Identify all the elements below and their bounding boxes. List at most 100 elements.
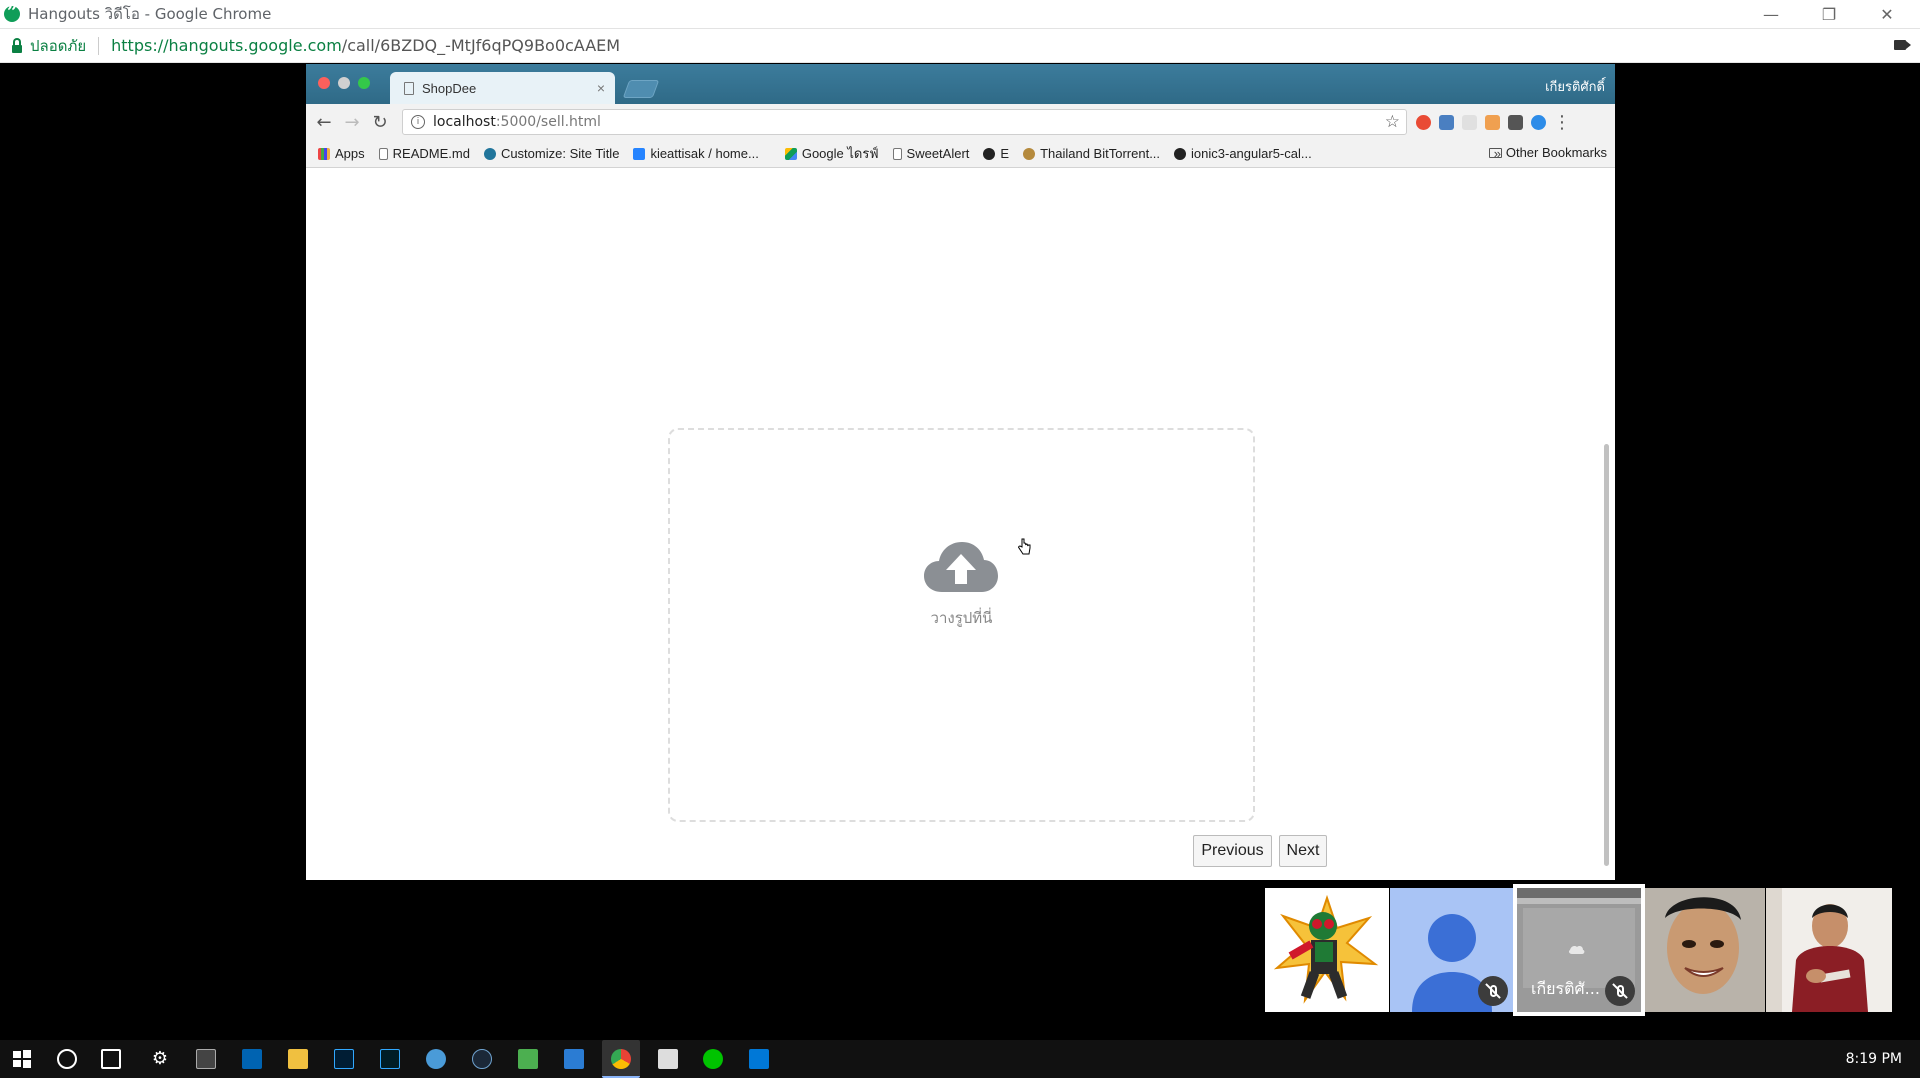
taskbar-clock[interactable]: 8:19 PM [1846,1051,1902,1067]
previous-button[interactable]: Previous [1193,835,1272,867]
google-drive-icon [784,147,797,160]
participant-tile-avatar[interactable] [1390,888,1514,1012]
extension-icon-disabled[interactable] [1462,115,1477,130]
terminal-icon[interactable] [196,1049,216,1069]
doc-icon [892,147,902,160]
page-content: วางรูปที่นี่ [306,168,1615,880]
bookmark-label: Thailand BitTorrent... [1040,146,1161,161]
bookmark-bitbucket[interactable]: kieattisak / home... [633,146,759,161]
divider [98,36,100,55]
bookmark-torrent[interactable]: Thailand BitTorrent... [1023,146,1160,161]
app-icon[interactable] [426,1049,446,1069]
window-titlebar: Hangouts วิดีโอ - Google Chrome — ❐ ✕ [0,0,1920,29]
windows-start-icon[interactable] [12,1049,32,1069]
participant-tile-self[interactable]: เกียรติศั... [1513,884,1645,1016]
lightroom-icon[interactable] [380,1049,400,1069]
bookmark-label: Customize: Site Title [500,146,620,161]
photoshop-icon[interactable] [334,1049,354,1069]
other-bookmarks[interactable]: Other Bookmarks [1488,145,1607,160]
mail-icon[interactable] [242,1049,262,1069]
reload-button[interactable]: ↻ [366,108,394,136]
mac-minimize-icon[interactable] [338,77,350,89]
bookmark-google-drive[interactable]: Google ไดรฟ์ [784,143,879,164]
participant-name-label: เกียรติศั... [1531,979,1600,998]
extension-icon-cast[interactable] [1508,115,1523,130]
bookmark-label: ionic3-angular5-cal... [1191,146,1312,161]
outer-url-host: https://hangouts.google.com [111,36,342,55]
extension-icon-safari[interactable] [1531,115,1546,130]
github-icon [1174,147,1187,160]
star-icon[interactable]: ☆ [1385,112,1400,132]
info-icon[interactable]: i [411,115,425,129]
muted-mic-icon [1478,976,1508,1006]
minimize-button[interactable]: — [1742,0,1800,29]
taskbar: ⚙ 8:19 PM [0,1040,1920,1078]
tab-close-icon[interactable]: × [597,80,605,96]
chrome-icon[interactable] [611,1049,631,1069]
bookmark-label: SweetAlert [906,146,970,161]
extension-icon-color[interactable] [1485,115,1500,130]
apps-icon [318,147,330,160]
hangouts-icon [4,2,20,23]
extension-icon-download[interactable] [1439,115,1454,130]
tab-title: ShopDee [422,80,477,96]
cortana-search-icon[interactable] [57,1049,77,1069]
task-view-icon[interactable] [101,1049,121,1069]
participant-tile-camera-2[interactable] [1766,888,1892,1012]
page-scrollbar[interactable] [1604,444,1609,866]
image-dropzone[interactable]: วางรูปที่นี่ [668,428,1255,822]
vscode-icon[interactable] [564,1049,584,1069]
torrent-icon [1023,147,1036,160]
mac-zoom-icon[interactable] [358,77,370,89]
participant-tile-kamen-rider[interactable] [1265,888,1389,1012]
profile-name[interactable]: เกียรติศักดิ์ [1545,76,1605,97]
close-window-button[interactable]: ✕ [1858,0,1916,29]
outer-url[interactable]: https://hangouts.google.com/call/6BZDQ_-… [111,36,620,55]
browser-toolbar: ← → ↻ i localhost:5000/sell.html ☆ ⋮ [306,104,1615,140]
window-title: Hangouts วิดีโอ - Google Chrome [28,5,272,23]
bookmark-ionic[interactable]: ionic3-angular5-cal... [1174,146,1312,161]
video-camera-icon[interactable] [1894,40,1911,50]
outer-url-path: /call/6BZDQ_-MtJf6qPQ9Bo0cAAEM [341,36,621,55]
extension-icon-adblock[interactable] [1416,115,1431,130]
url-path: :5000/sell.html [495,114,601,130]
settings-gear-icon[interactable]: ⚙ [150,1049,170,1069]
bookmark-sweetalert[interactable]: SweetAlert [892,146,970,161]
wordpress-icon [483,147,496,160]
cloud-upload-icon [924,542,998,592]
bookmark-label: Apps [335,146,365,161]
tab-strip: ShopDee × เกียรติศักดิ์ [306,64,1615,104]
secure-label: ปลอดภัย [30,36,87,55]
participant-tile-camera-1[interactable] [1645,888,1765,1012]
page-icon [404,81,414,95]
dropzone-label: วางรูปที่นี่ [930,609,993,627]
outer-address-bar[interactable]: ปลอดภัย https://hangouts.google.com/call… [0,29,1920,63]
back-button[interactable]: ← [310,108,338,136]
restore-button[interactable]: ❐ [1800,0,1858,29]
bookmarks-bar: Apps README.md Customize: Site Title kie… [306,140,1615,168]
hand-cursor-icon [1018,538,1031,555]
participant-avatar [1273,894,1379,1004]
next-button[interactable]: Next [1279,835,1327,867]
muted-mic-icon [1605,976,1635,1006]
app-icon[interactable] [658,1049,678,1069]
new-tab-button[interactable] [622,80,660,98]
bookmark-customize[interactable]: Customize: Site Title [483,146,620,161]
lock-icon [12,37,22,53]
tab-shopdee[interactable]: ShopDee × [390,72,615,104]
app-icon[interactable] [749,1049,769,1069]
bitbucket-icon [633,147,646,160]
address-url[interactable]: localhost:5000/sell.html [433,114,601,130]
menu-icon[interactable]: ⋮ [1548,108,1576,136]
mac-close-icon[interactable] [318,77,330,89]
line-icon[interactable] [703,1049,723,1069]
file-explorer-icon[interactable] [288,1049,308,1069]
notepad-icon[interactable] [518,1049,538,1069]
bookmark-apps[interactable]: Apps [318,146,365,161]
bookmark-readme[interactable]: README.md [378,146,470,161]
bookmark-label: Google ไดรฟ์ [801,146,879,161]
forward-button[interactable]: → [338,108,366,136]
steam-icon[interactable] [472,1049,492,1069]
bookmark-e[interactable]: E [983,146,1009,161]
address-bar[interactable]: i localhost:5000/sell.html ☆ [402,109,1407,135]
